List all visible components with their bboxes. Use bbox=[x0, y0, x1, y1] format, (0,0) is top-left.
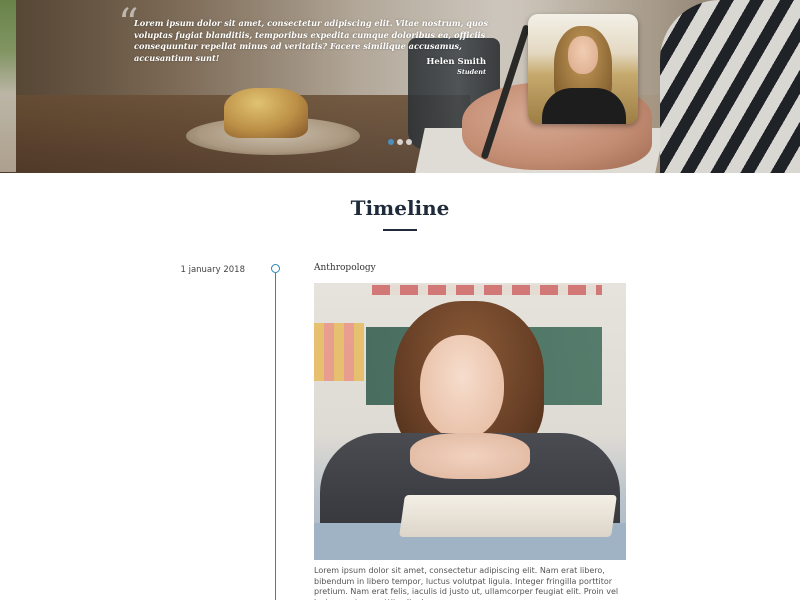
slider-dot-2[interactable] bbox=[397, 139, 403, 145]
timeline-item-image bbox=[314, 283, 626, 560]
image-book bbox=[399, 495, 617, 537]
testimonial-hero: “ Lorem ipsum dolor sit amet, consectetu… bbox=[0, 0, 800, 173]
slider-dot-1[interactable] bbox=[388, 139, 394, 145]
timeline-item-date: 1 january 2018 bbox=[180, 265, 245, 275]
image-student-hands bbox=[410, 433, 530, 479]
timeline-node bbox=[271, 264, 280, 273]
timeline-title: Timeline bbox=[350, 196, 450, 220]
timeline-line bbox=[275, 273, 276, 600]
image-wall-decor bbox=[372, 285, 602, 295]
photo-face bbox=[568, 36, 598, 74]
photo-shirt bbox=[542, 88, 626, 124]
testimonial-author-photo bbox=[528, 14, 638, 124]
title-underline bbox=[383, 229, 417, 231]
slider-dot-3[interactable] bbox=[406, 139, 412, 145]
image-posters bbox=[314, 323, 364, 381]
slider-pagination bbox=[388, 139, 412, 145]
timeline-item-heading: Anthropology bbox=[314, 263, 376, 273]
testimonial-author-role: Student bbox=[457, 68, 486, 76]
image-student-face bbox=[420, 335, 504, 439]
testimonial-author-name: Helen Smith bbox=[426, 57, 486, 67]
timeline-item-text: Lorem ipsum dolor sit amet, consectetur … bbox=[314, 566, 619, 600]
